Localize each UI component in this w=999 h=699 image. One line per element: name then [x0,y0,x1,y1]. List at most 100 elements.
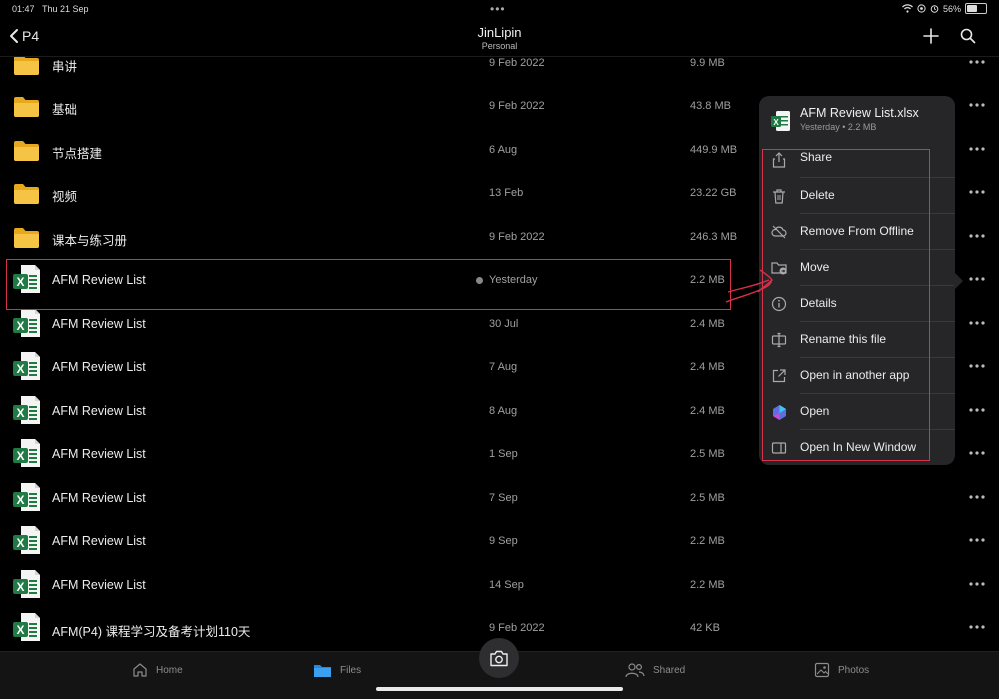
file-row[interactable]: X AFM Review List 7 Sep 2.5 MB [0,477,999,520]
camera-scan-button[interactable] [479,638,519,678]
camera-icon [490,650,508,666]
more-options-button[interactable] [966,184,988,200]
tab-photos[interactable]: Photos [814,662,869,678]
folder-icon [14,140,39,161]
excel-file-icon: X [13,308,40,337]
item-size: 2.5 MB [690,491,725,504]
more-options-button[interactable] [966,358,988,374]
folder-icon [14,97,39,117]
menu-item-rename-this-file[interactable]: Rename this file [759,322,955,358]
menu-item-details[interactable]: Details [759,286,955,322]
more-icon [969,146,985,151]
item-size: 2.4 MB [690,361,725,373]
folder-icon [14,55,39,75]
item-date: 9 Feb 2022 [489,100,545,112]
item-size: 42 KB [690,622,720,634]
sync-status-icon [476,277,483,284]
more-options-button[interactable] [966,576,988,592]
item-size: 2.4 MB [690,317,725,330]
item-size: 43.8 MB [690,100,731,112]
item-date: 7 Sep [489,491,518,504]
battery-icon [965,3,987,14]
excel-icon-wrap: X [13,351,41,386]
excel-icon-wrap: X [13,482,41,517]
svg-text:X: X [16,580,24,594]
tab-shared[interactable]: Shared [625,662,685,678]
menu-file-meta: Yesterday • 2.2 MB [800,122,877,132]
more-icon [969,103,985,107]
excel-file-icon: X [13,395,40,424]
menu-item-label: Move [800,260,830,274]
item-size: 23.22 GB [690,187,737,199]
item-size: 2.2 MB [690,535,725,547]
battery-fill [967,5,978,12]
rename-icon [771,332,787,353]
copilot-icon [771,404,788,426]
more-options-button[interactable] [966,619,988,635]
popover-caret [954,272,963,290]
folder-icon [314,665,331,677]
svg-text:X: X [773,118,779,127]
tab-label: Shared [653,664,686,676]
item-date: 8 Aug [489,404,518,417]
more-options-button[interactable] [966,228,988,244]
more-icon [969,320,985,325]
item-name: 串讲 [52,60,78,74]
wifi-icon [902,4,913,13]
more-options-button[interactable] [966,271,988,287]
status-indicators: 56% [902,3,987,14]
menu-item-remove-from-offline[interactable]: Remove From Offline [759,214,955,250]
item-date: 9 Sep [489,535,518,547]
multitasking-dots-icon[interactable]: ••• [490,2,506,16]
excel-file-icon: X [13,352,40,380]
svg-text:X: X [16,406,24,420]
more-icon [969,494,985,499]
tab-home[interactable]: Home [132,662,183,678]
page-subtitle: Personal [481,41,518,51]
tab-label: Files [340,664,362,676]
folder-icon-wrap [13,54,40,81]
svg-text:X: X [16,449,24,463]
tab-label: Photos [838,664,870,676]
item-size: 2.2 MB [690,274,725,286]
menu-item-move[interactable]: Move [759,250,955,286]
file-row[interactable]: X AFM Review List 14 Sep 2.2 MB [0,564,999,607]
new-window-icon [771,440,787,461]
more-options-button[interactable] [966,402,988,418]
excel-file-icon: X [13,265,40,293]
file-row[interactable]: X AFM Review List 9 Sep 2.2 MB [0,520,999,563]
item-name: AFM Review List [52,534,146,548]
tab-files[interactable]: Files [313,662,361,678]
excel-file-icon: X [13,482,40,511]
more-options-button[interactable] [966,315,988,331]
add-button[interactable] [922,27,940,45]
home-indicator[interactable] [376,687,623,691]
menu-item-share[interactable]: Share [759,142,955,178]
home-icon [133,663,147,677]
excel-file-icon: X [13,569,40,598]
menu-item-open-in-another-app[interactable]: Open in another app [759,358,955,394]
item-date: Yesterday [489,274,538,286]
more-options-button[interactable] [966,141,988,157]
item-date: 9 Feb 2022 [489,57,545,69]
more-options-button[interactable] [966,445,988,461]
trash-icon [771,188,787,209]
status-date: Thu 21 Sep [42,4,89,14]
menu-item-open-in-new-window[interactable]: Open In New Window [759,430,955,466]
svg-text:X: X [16,319,24,333]
item-date: 9 Feb 2022 [489,622,545,634]
menu-item-delete[interactable]: Delete [759,178,955,214]
more-options-button[interactable] [966,489,988,505]
photo-icon [814,662,830,678]
more-icon [969,407,985,412]
search-button[interactable] [960,28,976,44]
svg-text:X: X [16,275,24,289]
more-options-button[interactable] [966,532,988,548]
item-name: 节点搭建 [52,146,103,161]
excel-file-icon: X [13,526,40,554]
item-size: 246.3 MB [690,230,738,243]
menu-item-open[interactable]: Open [759,394,955,430]
item-name: AFM Review List [52,403,146,418]
more-options-button[interactable] [966,97,988,113]
item-name: AFM Review List [52,447,146,461]
